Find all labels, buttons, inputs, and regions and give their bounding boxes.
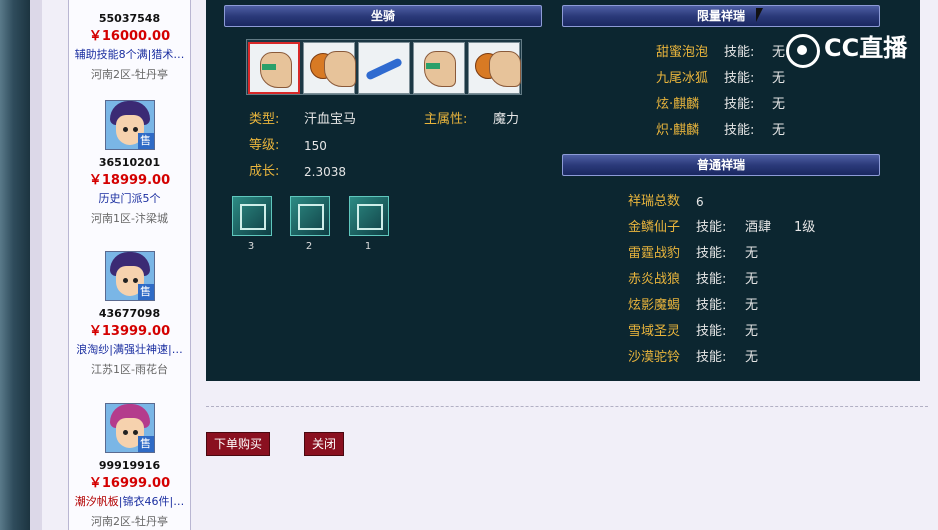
limited-item-label: 技能: [724,123,755,138]
normal-item-label: 技能: [696,272,727,287]
limited-item-label: 技能: [724,71,755,86]
growth-label: 成长: [249,164,280,179]
limited-item-label: 技能: [724,45,755,60]
type-value: 汗血宝马 [304,112,357,127]
seller-id: 55037548 [98,12,161,25]
normal-item-name: 金鳞仙子 [628,220,681,235]
limited-item-name: 炽·麒麟 [656,123,700,138]
seller-card[interactable]: 售 43677098 ￥13999.00 浪淘纱|满强壮神速|… 江苏1区-雨花… [69,251,190,377]
skill-count: 2 [305,241,313,252]
normal-item-label: 技能: [696,350,727,365]
sale-tag: 售 [137,284,154,300]
seller-id: 36510201 [98,156,161,169]
mount-slot-dragon-icon[interactable] [358,42,410,94]
seller-card[interactable]: 售 36510201 ￥18999.00 历史门派5个 河南1区-汴梁城 [69,100,190,226]
seller-desc[interactable]: 历史门派5个 [69,192,190,206]
normal-item-name: 雷霆战豹 [628,246,681,261]
avatar[interactable]: 售 [104,251,155,301]
section-divider [206,406,928,407]
seller-desc-highlight: 潮汐帆板 [74,495,119,508]
type-label: 类型: [249,112,280,127]
seller-server: 江苏1区-雨花台 [91,363,168,376]
mount-slots [246,39,522,95]
order-button[interactable]: 下单购买 [206,432,271,456]
cc-logo-icon [786,34,820,68]
mount-slot-lion-icon[interactable] [468,42,521,94]
sale-tag: 售 [137,436,154,452]
normal-header: 普通祥瑞 [562,154,880,176]
mount-slot-lion-icon[interactable] [303,42,356,94]
sale-tag: 售 [137,133,154,149]
normal-item-value: 酒肆 [745,220,772,235]
normal-item-name: 赤炎战狼 [628,272,681,287]
normal-item-name: 雪域圣灵 [628,324,681,339]
mount-header: 坐骑 [224,5,542,27]
level-label: 等级: [249,138,280,153]
limited-item-value: 无 [772,45,786,60]
left-decoration [0,0,30,530]
normal-item-label: 技能: [696,246,727,261]
seller-server: 河南1区-汴梁城 [91,212,168,225]
seller-price: ￥16999.00 [88,476,171,491]
normal-item-extra: 1级 [794,220,816,235]
seller-id: 99919916 [98,459,161,472]
limited-item-name: 九尾冰狐 [656,71,709,86]
seller-server: 河南2区-牡丹亭 [91,68,168,81]
seller-price: ￥13999.00 [88,324,171,339]
skill-icon[interactable] [232,196,272,236]
normal-item-label: 技能: [696,324,727,339]
seller-desc-rest: |锦衣46件|… [118,495,185,508]
watermark-text: CC直播 [824,34,908,62]
seller-card[interactable]: 售 99919916 ￥16999.00 潮汐帆板|锦衣46件|… 河南2区-牡… [69,403,190,529]
level-value: 150 [304,139,327,153]
seller-price: ￥18999.00 [88,173,171,188]
mouse-cursor-icon [756,8,763,22]
limited-item-label: 技能: [724,97,755,112]
normal-item-value: 无 [745,350,759,365]
limited-item-value: 无 [772,71,786,86]
normal-item-label: 技能: [696,298,727,313]
growth-value: 2.3038 [304,165,346,179]
main-attr-value: 魔力 [493,112,520,127]
skill-count: 3 [247,241,255,252]
seller-desc[interactable]: 辅助技能8个满|猎术… [69,48,190,62]
normal-item-name: 炫影魔蝎 [628,298,681,313]
main-attr-label: 主属性: [424,112,468,127]
mount-slot-horse-icon[interactable] [413,42,465,94]
total-value: 6 [696,195,704,209]
normal-item-name: 沙漠驼铃 [628,350,681,365]
seller-card[interactable]: 55037548 ￥16000.00 辅助技能8个满|猎术… 河南2区-牡丹亭 [69,6,190,82]
left-gutter [30,0,42,530]
normal-item-value: 无 [745,246,759,261]
avatar[interactable]: 售 [104,403,155,453]
skill-icon[interactable] [349,196,389,236]
normal-item-value: 无 [745,324,759,339]
limited-header: 限量祥瑞 [562,5,880,27]
seller-server: 河南2区-牡丹亭 [91,515,168,528]
limited-item-name: 甜蜜泡泡 [656,45,709,60]
seller-id: 43677098 [98,307,161,320]
limited-item-value: 无 [772,97,786,112]
skill-count: 1 [364,241,372,252]
limited-item-name: 炫·麒麟 [656,97,700,112]
close-button[interactable]: 关闭 [304,432,345,456]
seller-price: ￥16000.00 [88,29,171,44]
seller-desc[interactable]: 浪淘纱|满强壮神速|… [69,343,190,357]
normal-item-value: 无 [745,272,759,287]
skill-icon[interactable] [290,196,330,236]
seller-desc[interactable]: 潮汐帆板|锦衣46件|… [69,495,190,509]
seller-sidebar: 55037548 ￥16000.00 辅助技能8个满|猎术… 河南2区-牡丹亭 … [68,0,191,530]
normal-item-value: 无 [745,298,759,313]
mount-slot-horse-icon[interactable] [248,42,300,94]
normal-item-label: 技能: [696,220,727,235]
avatar[interactable]: 售 [104,100,155,150]
limited-item-value: 无 [772,123,786,138]
total-label: 祥瑞总数 [628,194,681,209]
